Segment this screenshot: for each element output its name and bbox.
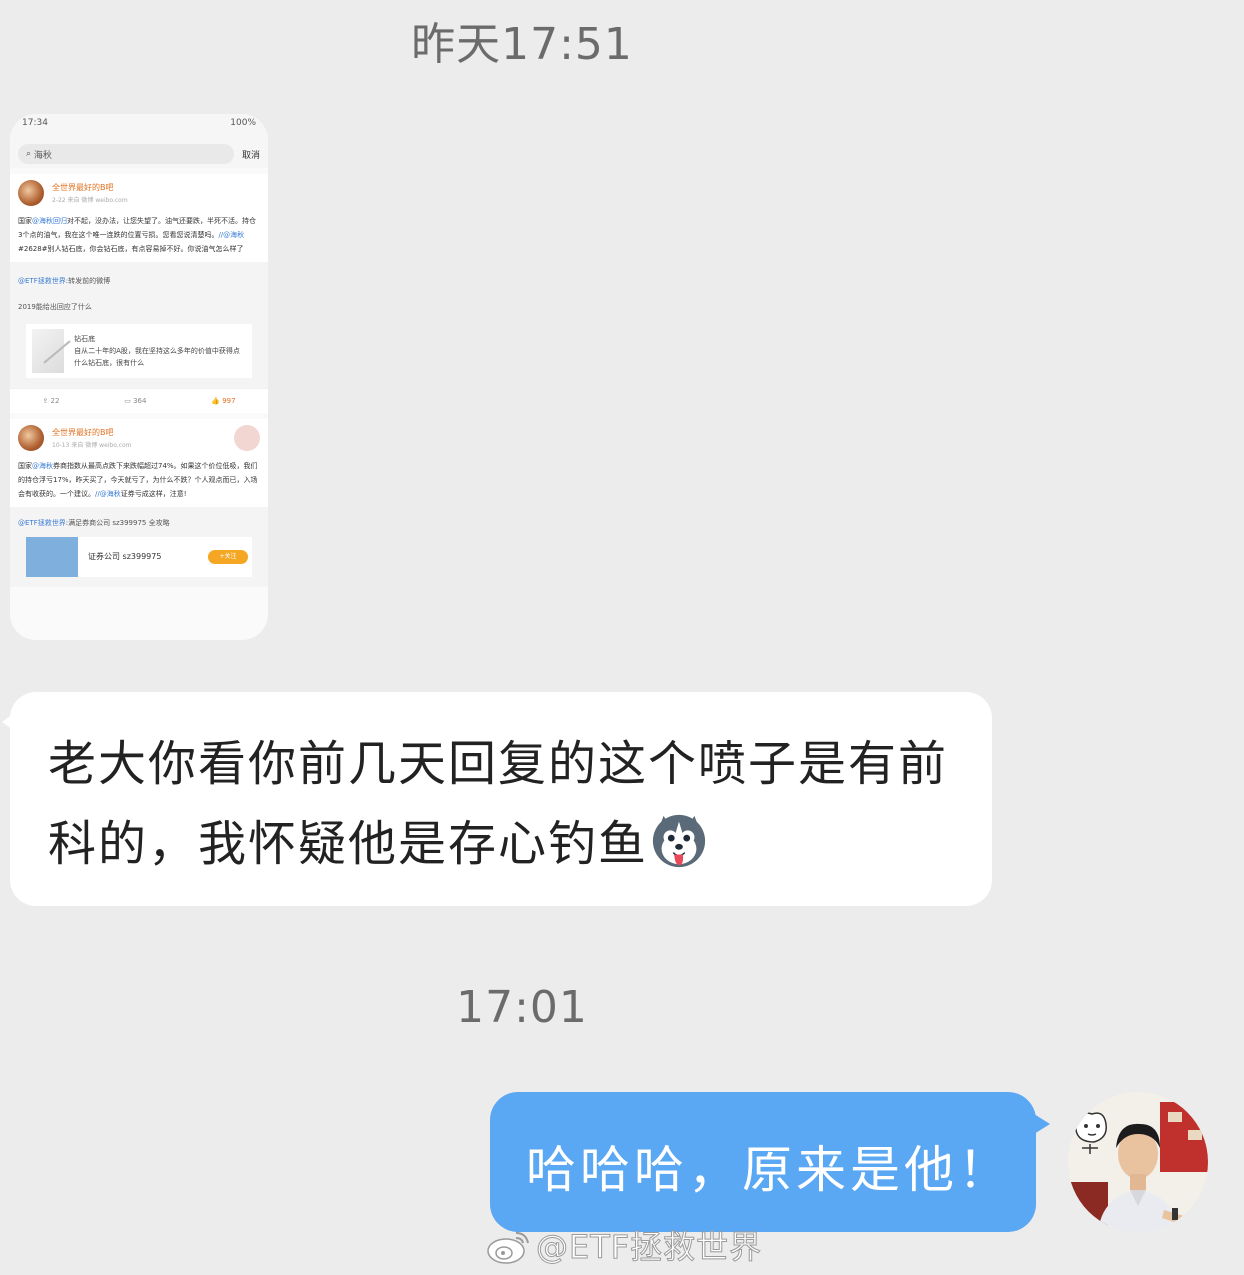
thumb-stock-name: 证券公司 sz399975 — [88, 552, 162, 561]
screenshot-image-message[interactable]: 17:34 100% ⌕ 海秋 取消 全世界最好的B吧 2-22 来自 微博 w… — [10, 114, 268, 640]
chat-timestamp: 17:01 — [456, 982, 588, 1033]
user-avatar[interactable] — [1068, 1092, 1208, 1232]
thumb-stock-image — [26, 537, 78, 577]
thumb-cancel: 取消 — [241, 150, 260, 161]
incoming-message-bubble[interactable]: 老大你看你前几天回复的这个喷子是有前科的，我怀疑他是存心钓鱼 — [2, 692, 992, 906]
thumb-post-1: 全世界最好的B吧 2-22 来自 微博 weibo.com 国家@海秋回归对不起… — [10, 174, 268, 262]
thumb-status-bar: 17:34 100% — [10, 114, 268, 140]
outgoing-message-bubble[interactable]: 哈哈哈，原来是他！ — [490, 1092, 1050, 1232]
thumb-repost: @ETF拯救世界:转发前的微博 2019能给出回应了什么 钻石底 自从二十年的A… — [10, 262, 268, 388]
thumb-post-text: 国家@海秋券商指数从最高点跌下来跌幅超过74%。如果这个价位低吸，我们的持仓浮亏… — [18, 462, 258, 498]
thumb-search-bar: ⌕ 海秋 取消 — [10, 140, 268, 168]
thumb-stock-card: 证券公司 sz399975 +关注 — [26, 537, 252, 577]
thumb-repost: @ETF拯救世界:满足券商公司 sz399975 全攻略 证券公司 sz3999… — [10, 507, 268, 587]
thumb-card-text: 自从二十年的A股，我在坚持这么多年的价值中获得点什么钻石底，很有什么 — [74, 347, 240, 367]
thumb-post-image — [234, 425, 260, 451]
thumb-search-box: ⌕ 海秋 — [18, 144, 234, 164]
thumb-follow-button: +关注 — [208, 550, 248, 564]
thumb-avatar — [18, 180, 44, 206]
thumb-avatar — [18, 425, 44, 451]
incoming-message-text: 老大你看你前几天回复的这个喷子是有前科的，我怀疑他是存心钓鱼 — [48, 736, 949, 872]
repost-icon: ⇪ 22 — [42, 397, 60, 405]
chat-timestamp: 昨天17:51 — [411, 19, 633, 70]
thumb-status-time: 17:34 — [22, 118, 48, 128]
watermark-text: @ETF拯救世界 — [535, 1228, 763, 1267]
thumb-username: 全世界最好的B吧 — [52, 183, 114, 192]
weibo-watermark: @ETF拯救世界 — [486, 1222, 762, 1268]
thumb-username: 全世界最好的B吧 — [52, 428, 114, 437]
thumb-actions: ⇪ 22 ▭ 364 👍 997 — [10, 388, 268, 413]
thumb-post-2: 全世界最好的B吧 10-13 来自 微博 weibo.com 国家@海秋券商指数… — [10, 419, 268, 507]
thumb-search-query: 海秋 — [33, 150, 52, 161]
like-icon: 👍 997 — [211, 397, 236, 405]
search-icon: ⌕ — [26, 149, 34, 159]
thumb-card-image — [32, 329, 65, 373]
thumb-meta: 2-22 来自 微博 weibo.com — [52, 197, 128, 204]
comment-icon: ▭ 364 — [124, 397, 147, 405]
thumb-meta: 10-13 来自 微博 weibo.com — [52, 442, 132, 449]
outgoing-message-text: 哈哈哈，原来是他！ — [526, 1141, 1012, 1199]
weibo-logo-icon — [487, 1232, 529, 1264]
thumb-post-text: 国家@海秋回归对不起，没办法，让您失望了。油气还要跌，半死不活。持仓3个点的油气… — [18, 217, 256, 253]
user-avatar-image — [1068, 1092, 1208, 1232]
thumb-link-card: 钻石底 自从二十年的A股，我在坚持这么多年的价值中获得点什么钻石底，很有什么 — [26, 324, 252, 378]
husky-emoji-icon — [652, 814, 706, 868]
thumb-status-battery: 100% — [230, 118, 256, 128]
thumb-card-title: 钻石底 — [74, 335, 96, 343]
